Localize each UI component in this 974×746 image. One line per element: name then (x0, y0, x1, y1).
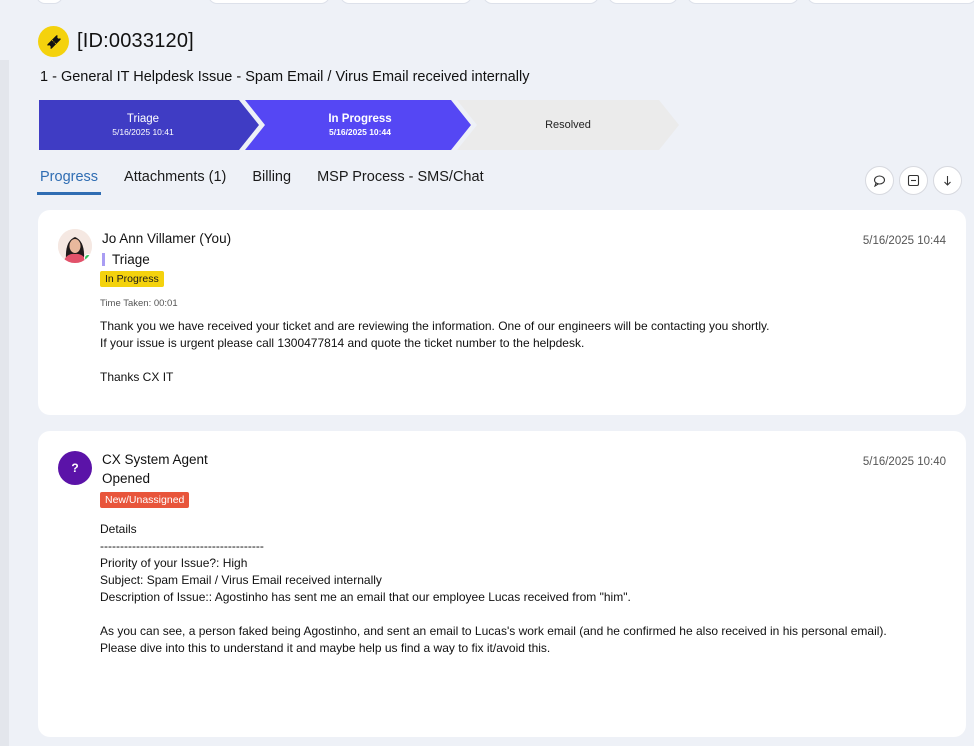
tab-billing[interactable]: Billing (249, 167, 294, 195)
top-toolbar-button[interactable] (608, 0, 678, 4)
entry-stage: Opened (102, 471, 151, 486)
progress-entry: ? CX System Agent Opened New/Unassigned … (38, 431, 966, 737)
entry-timestamp: 5/16/2025 10:44 (862, 235, 946, 247)
avatar (58, 229, 92, 263)
top-toolbar-button[interactable] (36, 0, 63, 4)
ticket-id: [ID:0033120] (77, 30, 194, 52)
tab-msp-process[interactable]: MSP Process - SMS/Chat (314, 167, 487, 195)
entry-author: Jo Ann Villamer (You) (102, 231, 232, 246)
stage-in-progress[interactable]: In Progress 5/16/2025 10:44 (245, 100, 471, 150)
arrow-down-icon (944, 176, 951, 186)
collapse-button[interactable] (899, 166, 928, 195)
progress-toolbar (865, 166, 967, 195)
collapse-icon (907, 174, 920, 187)
top-toolbar-button[interactable] (208, 0, 330, 4)
comment-icon (873, 175, 886, 187)
online-status-icon (84, 254, 92, 262)
ticket-icon (38, 26, 69, 57)
stage-triage[interactable]: Triage 5/16/2025 10:41 (39, 100, 259, 150)
progress-entry: Jo Ann Villamer (You) Triage In Progress… (38, 210, 966, 415)
scroll-down-button[interactable] (933, 166, 962, 195)
status-badge: In Progress (100, 271, 164, 287)
entry-author: CX System Agent (102, 452, 208, 467)
stage-resolved[interactable]: Resolved (457, 100, 679, 150)
entry-timestamp: 5/16/2025 10:40 (862, 456, 946, 468)
comment-button[interactable] (865, 166, 894, 195)
stage-label: In Progress (328, 113, 392, 125)
top-toolbar-button[interactable] (807, 0, 974, 4)
tab-progress[interactable]: Progress (37, 167, 102, 195)
tab-attachments[interactable]: Attachments (1) (121, 167, 229, 195)
avatar: ? (58, 451, 92, 485)
stage-label: Resolved (545, 119, 591, 131)
entry-stage: Triage (102, 253, 150, 266)
ticket-subject: 1 - General IT Helpdesk Issue - Spam Ema… (40, 69, 530, 85)
status-badge: New/Unassigned (100, 492, 190, 508)
entry-body: Thank you we have received your ticket a… (100, 319, 770, 384)
top-toolbar-button[interactable] (687, 0, 799, 4)
stage-date: 5/16/2025 10:44 (329, 127, 391, 137)
stage-pipeline: Triage 5/16/2025 10:41 In Progress 5/16/… (39, 100, 699, 150)
left-panel-edge (0, 60, 9, 746)
stage-date: 5/16/2025 10:41 (112, 127, 174, 137)
stage-label: Triage (126, 113, 160, 125)
top-toolbar-button[interactable] (340, 0, 472, 4)
entry-body: Details --------------------------------… (100, 522, 887, 655)
ticket-header: [ID:0033120] (38, 26, 194, 57)
ticket-tabs: Progress Attachments (1) Billing MSP Pro… (37, 167, 507, 195)
top-toolbar-button[interactable] (483, 0, 599, 4)
time-taken: Time Taken: 00:01 (100, 298, 178, 309)
